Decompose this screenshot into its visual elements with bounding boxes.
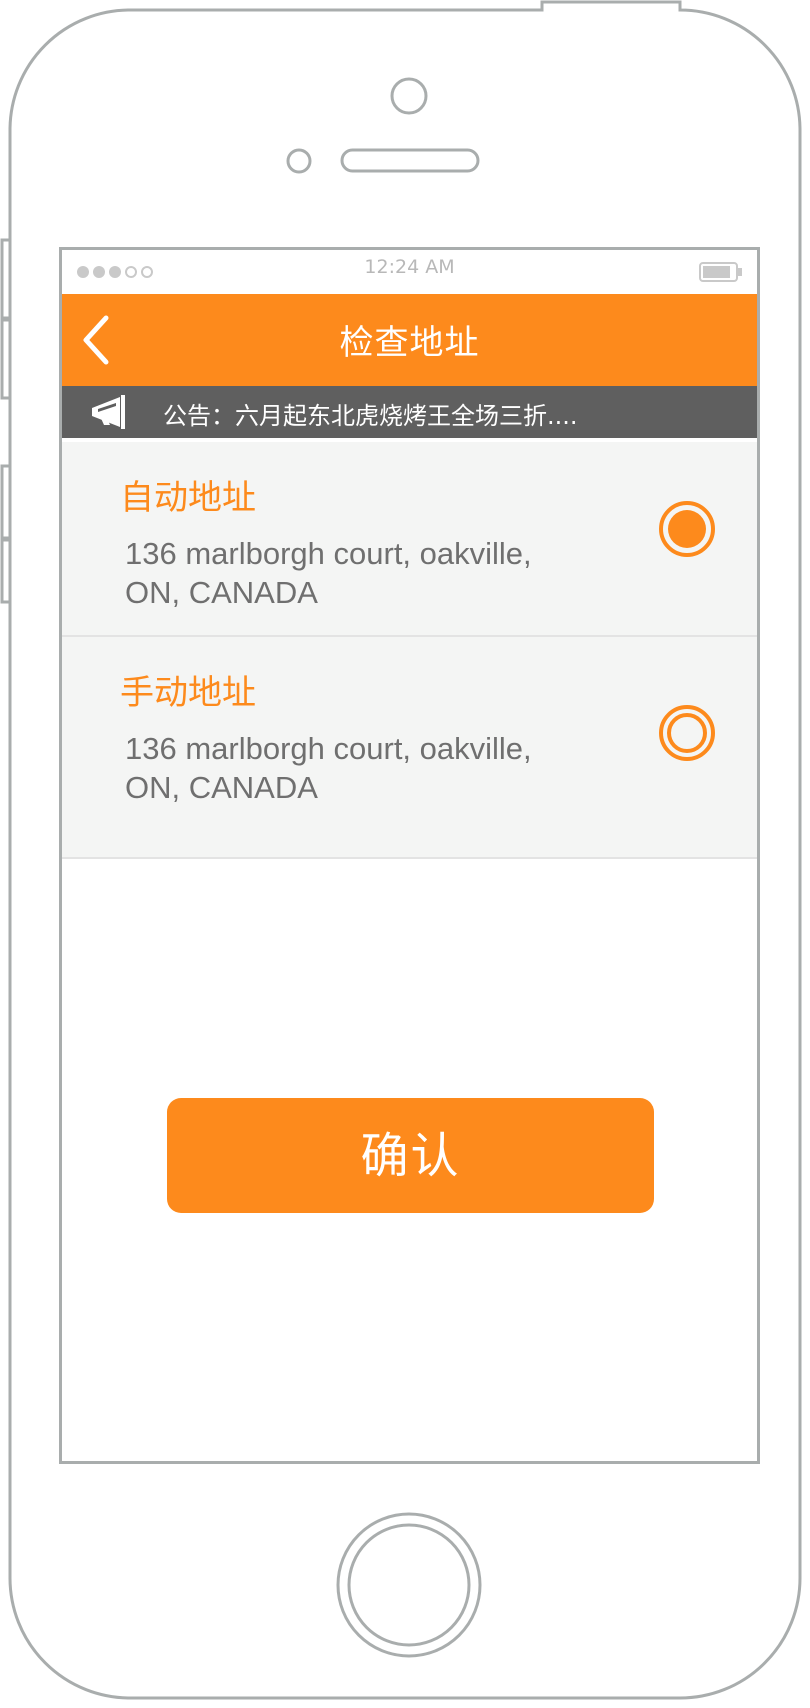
megaphone-icon [92,395,125,429]
address-list: 自动地址 136 marlborgh court, oakville, ON, … [62,442,757,859]
address-line-1: 136 marlborgh court, oakville, [125,731,532,766]
address-title: 自动地址 [120,478,256,518]
address-line-1: 136 marlborgh court, oakville, [125,536,532,571]
page-title: 检查地址 [339,323,480,363]
address-line-2: ON, CANADA [125,770,318,805]
battery-icon [699,262,742,282]
confirm-button[interactable]: 确认 [167,1098,654,1213]
navigation-bar: 检查地址 [62,294,757,386]
address-line-2: ON, CANADA [125,575,318,610]
radio-unselected-icon[interactable] [658,704,716,762]
radio-selected-icon[interactable] [658,500,716,558]
announcement-bar[interactable]: 公告：六月起东北虎烧烤王全场三折.... [62,386,757,438]
address-option-auto[interactable]: 自动地址 136 marlborgh court, oakville, ON, … [62,442,757,637]
address-option-manual[interactable]: 手动地址 136 marlborgh court, oakville, ON, … [62,637,757,859]
address-title: 手动地址 [120,673,256,713]
announcement-text: 公告：六月起东北虎烧烤王全场三折.... [163,402,578,430]
phone-screen: 12:24 AM 检查地址 公告：六月起东北虎烧烤王全场三折.... 自动地址 … [62,250,757,1461]
status-bar: 12:24 AM [62,250,757,294]
status-time: 12:24 AM [364,256,455,278]
